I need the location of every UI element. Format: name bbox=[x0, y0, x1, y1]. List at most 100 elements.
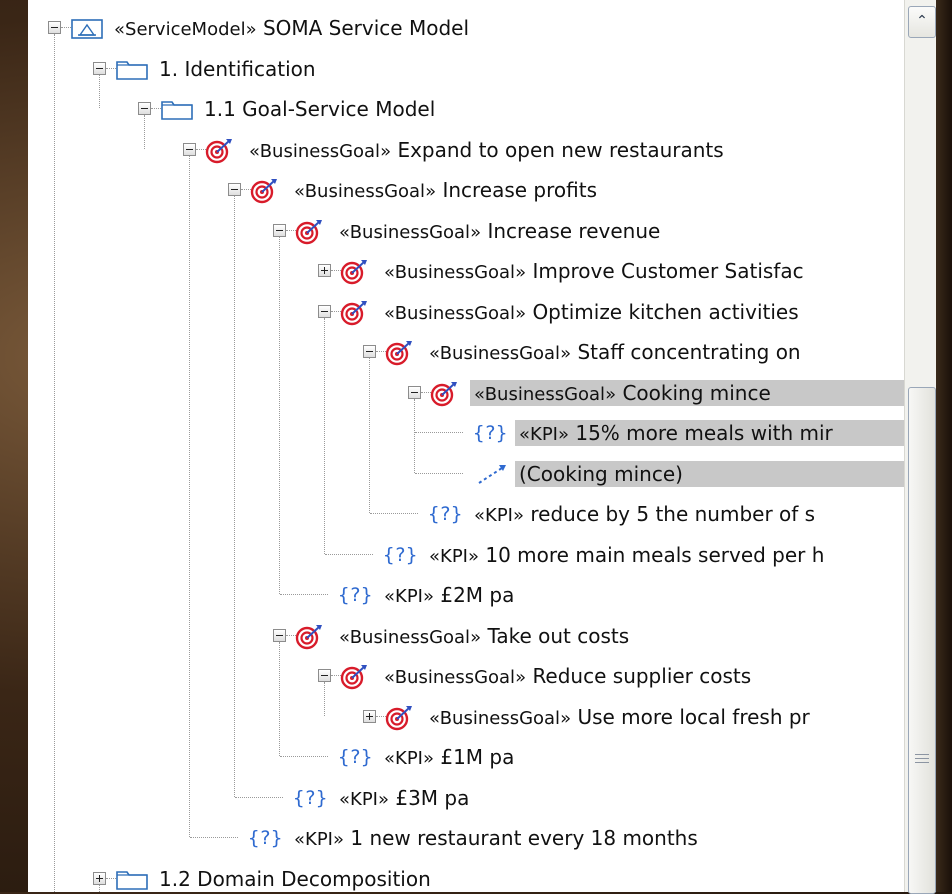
node-name: Increase revenue bbox=[487, 218, 661, 243]
kpi-icon: {?} bbox=[338, 584, 373, 606]
node-name: 1. Identification bbox=[159, 56, 316, 81]
node-label: «KPI» 10 more main meals served per h bbox=[425, 542, 904, 568]
target-icon bbox=[340, 300, 370, 336]
kpi-icon: {?} bbox=[383, 543, 418, 566]
stereotype: «BusinessGoal» bbox=[339, 626, 482, 648]
stereotype: «BusinessGoal» bbox=[384, 262, 527, 283]
collapse-toggle[interactable] bbox=[273, 628, 286, 642]
stereotype: «KPI» bbox=[519, 424, 569, 445]
stereotype: «KPI» bbox=[294, 829, 344, 850]
kpi-icon: {?} bbox=[293, 786, 328, 809]
folder-icon bbox=[160, 97, 194, 131]
node-name: Optimize kitchen activities bbox=[532, 299, 799, 324]
node-label: «ServiceModel» SOMA Service Model bbox=[110, 15, 904, 41]
model-explorer-tree[interactable]: «ServiceModel» SOMA Service Model 1. Iden… bbox=[28, 0, 904, 892]
collapse-toggle[interactable] bbox=[138, 102, 151, 115]
node-name: Staff concentrating on bbox=[577, 340, 801, 364]
stereotype: «KPI» bbox=[339, 788, 389, 810]
node-name: 1.1 Goal-Service Model bbox=[204, 97, 436, 121]
target-icon bbox=[385, 705, 415, 741]
node-label: «BusinessGoal» Staff concentrating on bbox=[425, 339, 904, 365]
collapse-toggle[interactable] bbox=[183, 142, 196, 156]
node-name: Reduce supplier costs bbox=[532, 664, 752, 688]
stereotype: «BusinessGoal» bbox=[249, 140, 392, 162]
kpi-icon: {?} bbox=[473, 422, 508, 444]
node-label: «BusinessGoal» Expand to open new restau… bbox=[245, 137, 904, 163]
stereotype: «BusinessGoal» bbox=[429, 343, 572, 364]
target-icon bbox=[430, 381, 460, 417]
tree-guide-line bbox=[234, 196, 235, 797]
stereotype: «BusinessGoal» bbox=[294, 181, 437, 202]
collapse-toggle[interactable] bbox=[48, 21, 61, 34]
stereotype: «KPI» bbox=[429, 545, 479, 567]
node-name: £1M pa bbox=[440, 745, 515, 769]
target-icon bbox=[250, 178, 280, 214]
stereotype: «KPI» bbox=[384, 586, 434, 607]
dependency-arrow-icon bbox=[475, 462, 509, 496]
scroll-up-button[interactable]: ⌃ bbox=[908, 6, 936, 38]
node-label: «KPI» reduce by 5 the number of s bbox=[470, 501, 904, 527]
expand-toggle[interactable] bbox=[318, 264, 331, 277]
tree-connector bbox=[415, 472, 463, 474]
target-icon bbox=[340, 664, 370, 700]
kpi-icon: {?} bbox=[338, 746, 373, 768]
node-name: Expand to open new restaurants bbox=[397, 137, 724, 162]
tree-guide-line bbox=[414, 398, 415, 473]
scrollbar-thumb[interactable] bbox=[908, 387, 936, 894]
node-label: «KPI» £1M pa bbox=[380, 744, 904, 770]
node-name: 1 new restaurant every 18 months bbox=[350, 826, 698, 850]
tree-connector bbox=[190, 837, 238, 838]
node-label: «BusinessGoal» Reduce supplier costs bbox=[380, 663, 904, 689]
node-name: £2M pa bbox=[440, 583, 515, 607]
tree-guide-line bbox=[279, 236, 280, 594]
stereotype: «KPI» bbox=[384, 748, 434, 769]
node-label: «BusinessGoal» Optimize kitchen activiti… bbox=[380, 299, 904, 325]
node-name: 1.2 Domain Decomposition bbox=[159, 866, 431, 891]
node-label: «BusinessGoal» Use more local fresh pr bbox=[425, 704, 904, 730]
target-icon bbox=[295, 624, 325, 660]
expand-toggle[interactable] bbox=[363, 709, 376, 723]
node-label: «KPI» 1 new restaurant every 18 months bbox=[290, 825, 904, 851]
tree-guide-line bbox=[369, 358, 370, 513]
node-name: reduce by 5 the number of s bbox=[530, 502, 816, 526]
tree-guide-line bbox=[99, 884, 100, 892]
node-label: (Cooking mince) bbox=[515, 460, 904, 487]
tree-guide-line bbox=[54, 34, 55, 892]
collapse-toggle[interactable] bbox=[273, 223, 286, 237]
tree-connector bbox=[415, 432, 463, 433]
collapse-toggle[interactable] bbox=[318, 669, 331, 682]
tree-connector bbox=[280, 756, 328, 757]
stereotype: «BusinessGoal» bbox=[429, 707, 572, 729]
node-name: £3M pa bbox=[395, 785, 470, 810]
folder-icon bbox=[115, 867, 149, 893]
node-label: «BusinessGoal» Cooking mince bbox=[470, 379, 904, 406]
folder-icon bbox=[115, 57, 149, 91]
collapse-toggle[interactable] bbox=[93, 61, 106, 75]
tree-guide-line bbox=[189, 155, 190, 837]
collapse-toggle[interactable] bbox=[408, 385, 421, 399]
tree-guide-line bbox=[324, 682, 325, 716]
kpi-icon: {?} bbox=[428, 503, 463, 525]
stereotype: «BusinessGoal» bbox=[384, 667, 527, 688]
node-label: «KPI» £3M pa bbox=[335, 785, 904, 811]
tree-guide-line bbox=[324, 317, 325, 554]
node-name: (Cooking mince) bbox=[519, 461, 683, 486]
tree-connector bbox=[235, 796, 283, 798]
window-edge bbox=[936, 0, 952, 892]
collapse-toggle[interactable] bbox=[363, 345, 376, 358]
node-name: SOMA Service Model bbox=[262, 16, 470, 40]
tree-connector bbox=[280, 594, 328, 595]
collapse-toggle[interactable] bbox=[318, 304, 331, 318]
tree-guide-line bbox=[99, 74, 100, 108]
stereotype: «KPI» bbox=[474, 505, 524, 526]
node-name: 10 more main meals served per h bbox=[485, 542, 825, 567]
node-label: 1.1 Goal-Service Model bbox=[200, 96, 904, 122]
tree-connector bbox=[370, 513, 418, 514]
kpi-icon: {?} bbox=[248, 827, 283, 849]
vertical-scrollbar[interactable]: ⌃ bbox=[904, 0, 937, 894]
collapse-toggle[interactable] bbox=[228, 183, 241, 196]
node-label: «BusinessGoal» Improve Customer Satisfac bbox=[380, 258, 904, 284]
node-name: Cooking mince bbox=[622, 380, 771, 405]
node-label: «KPI» 15% more meals with mir bbox=[515, 420, 904, 446]
expand-toggle[interactable] bbox=[93, 871, 106, 885]
